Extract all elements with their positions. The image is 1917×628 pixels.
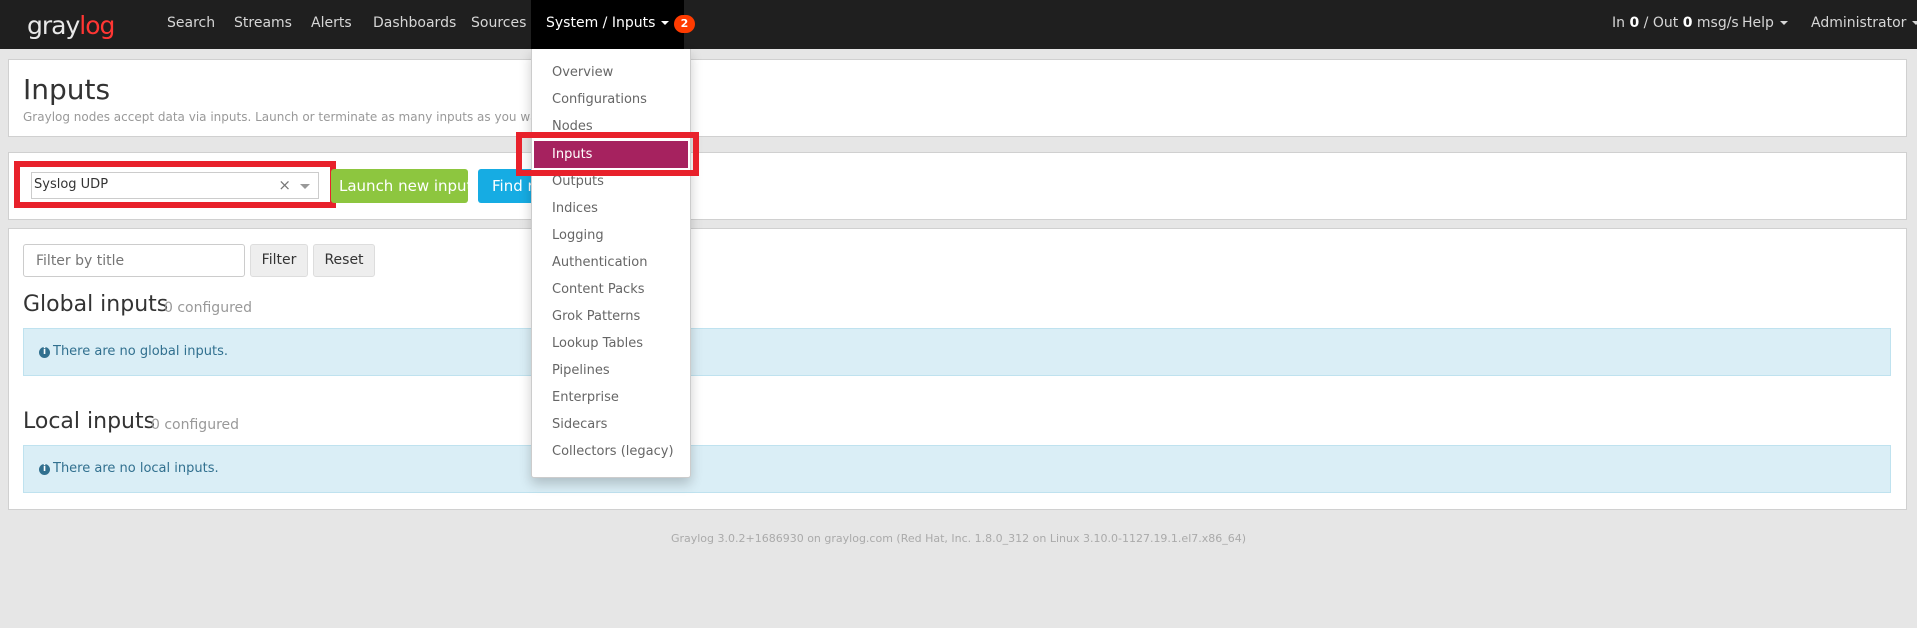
menu-item-outputs[interactable]: Outputs [532, 168, 690, 195]
system-dropdown-menu: Overview Configurations Nodes Inputs Out… [531, 49, 691, 478]
menu-item-grok-patterns[interactable]: Grok Patterns [532, 303, 690, 330]
menu-item-pipelines[interactable]: Pipelines [532, 357, 690, 384]
page-footer: Graylog 3.0.2+1686930 on graylog.com (Re… [670, 532, 1247, 545]
menu-item-logging[interactable]: Logging [532, 222, 690, 249]
throughput-unit: msg/s [1696, 15, 1739, 31]
nav-user-menu[interactable]: Administrator [1811, 0, 1917, 49]
chevron-down-icon [1912, 21, 1917, 25]
throughput-in-value: 0 [1629, 15, 1640, 31]
local-inputs-empty-alert: i There are no local inputs. [23, 445, 1891, 493]
launch-new-input-button[interactable]: Launch new input [331, 169, 468, 203]
logo-text-main: gray [27, 11, 80, 40]
menu-item-indices[interactable]: Indices [532, 195, 690, 222]
nav-alerts[interactable]: Alerts [311, 0, 352, 49]
nav-system-inputs-label: System / Inputs [546, 15, 656, 31]
local-inputs-empty-message: There are no local inputs. [53, 461, 219, 476]
menu-item-sidecars[interactable]: Sidecars [532, 411, 690, 438]
menu-item-content-packs[interactable]: Content Packs [532, 276, 690, 303]
filter-by-title-input[interactable] [23, 244, 245, 277]
chevron-down-icon [661, 21, 670, 25]
nav-system-inputs[interactable]: System / Inputs [531, 0, 685, 49]
global-inputs-empty-message: There are no global inputs. [53, 344, 228, 359]
logo-text-accent: log [79, 11, 115, 40]
clear-icon[interactable]: × [278, 176, 291, 194]
menu-item-enterprise[interactable]: Enterprise [532, 384, 690, 411]
menu-item-lookup-tables[interactable]: Lookup Tables [532, 330, 690, 357]
menu-item-collectors-legacy[interactable]: Collectors (legacy) [532, 438, 690, 465]
nav-user-label: Administrator [1811, 15, 1907, 31]
nav-help[interactable]: Help [1742, 0, 1788, 49]
graylog-logo[interactable]: graylog [27, 11, 115, 41]
reset-button[interactable]: Reset [313, 244, 375, 277]
throughput-in-label: In [1612, 15, 1626, 31]
nav-dashboards[interactable]: Dashboards [373, 0, 456, 49]
top-navbar: graylog Search Streams Alerts Dashboards… [0, 0, 1917, 49]
input-type-select[interactable]: Syslog UDP × [31, 172, 319, 199]
global-inputs-count: 0 configured [164, 300, 253, 316]
nav-search[interactable]: Search [167, 0, 215, 49]
local-inputs-title: Local inputs [23, 409, 156, 434]
info-icon: i [39, 464, 50, 475]
menu-item-nodes[interactable]: Nodes [532, 113, 690, 140]
nav-streams[interactable]: Streams [234, 0, 292, 49]
chevron-down-icon[interactable] [300, 184, 310, 189]
menu-item-configurations[interactable]: Configurations [532, 86, 690, 113]
throughput-indicator: In 0 / Out 0 msg/s [1612, 0, 1739, 49]
throughput-out-label: / Out [1643, 15, 1679, 31]
filter-button[interactable]: Filter [250, 244, 308, 277]
nav-sources[interactable]: Sources [471, 0, 526, 49]
input-type-selected-value: Syslog UDP [34, 177, 109, 192]
menu-item-inputs[interactable]: Inputs [534, 141, 688, 168]
menu-item-overview[interactable]: Overview [532, 59, 690, 86]
global-inputs-title: Global inputs [23, 292, 169, 317]
throughput-out-value: 0 [1682, 15, 1693, 31]
page-description: Graylog nodes accept data via inputs. La… [23, 110, 585, 124]
menu-item-authentication[interactable]: Authentication [532, 249, 690, 276]
chevron-down-icon [1779, 21, 1788, 25]
notification-badge[interactable]: 2 [674, 15, 695, 33]
local-inputs-count: 0 configured [151, 417, 240, 433]
page-title: Inputs [23, 73, 111, 106]
page-header-panel [8, 59, 1907, 137]
nav-help-label: Help [1742, 15, 1774, 31]
info-icon: i [39, 347, 50, 358]
global-inputs-empty-alert: i There are no global inputs. [23, 328, 1891, 376]
